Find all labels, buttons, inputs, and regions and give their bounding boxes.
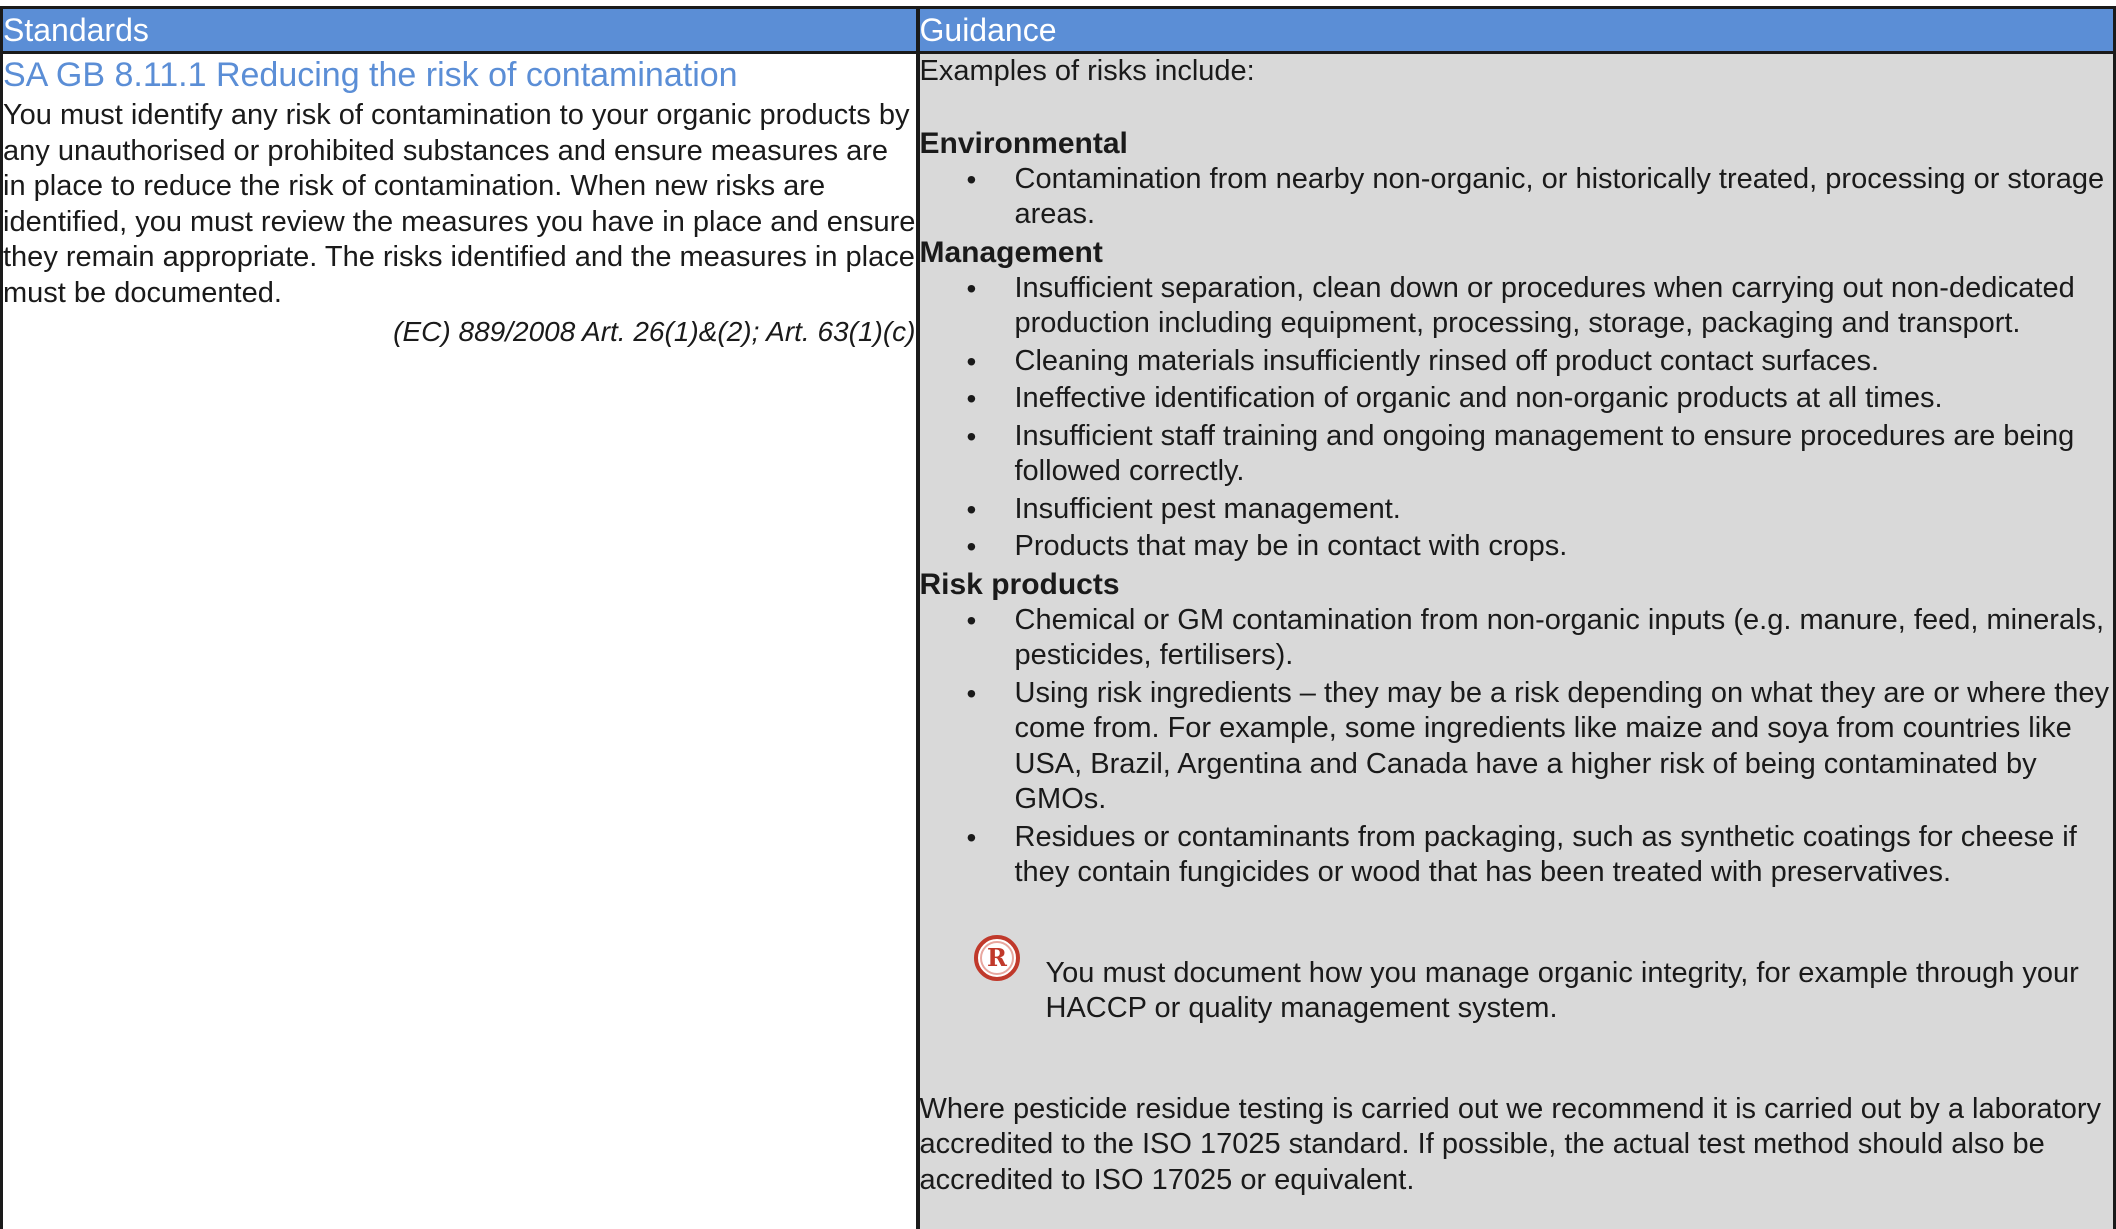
guidance-cell: Examples of risks include: Environmental… [917,52,2116,1229]
list-item: Ineffective identification of organic an… [920,381,2114,417]
management-list: Insufficient separation, clean down or p… [920,271,2114,565]
section-heading-management: Management [919,235,1103,269]
environmental-list: Contamination from nearby non-organic, o… [920,162,2114,233]
record-icon: R [973,934,1020,981]
list-item: Products that may be in contact with cro… [920,529,2114,565]
list-item: Residues or contaminants from packaging,… [920,820,2114,891]
guidance-intro: Examples of risks include: [919,55,1255,87]
standard-body: You must identify any risk of contaminat… [3,99,916,309]
table-row: SA GB 8.11.1 Reducing the risk of contam… [0,52,2116,1229]
list-item: Cleaning materials insufficiently rinsed… [920,344,2114,380]
record-note: R You must document how you manage organ… [920,927,2114,1056]
list-item: Insufficient staff training and ongoing … [920,419,2114,490]
standard-reference: (EC) 889/2008 Art. 26(1)&(2); Art. 63(1)… [393,316,916,347]
list-item: Insufficient separation, clean down or p… [920,271,2114,342]
list-item: Using risk ingredients – they may be a r… [920,676,2114,818]
list-item: Insufficient pest management. [920,492,2114,528]
record-icon-letter: R [987,943,1008,972]
risk-products-list: Chemical or GM contamination from non-or… [920,603,2114,891]
standards-column-header: Standards [0,6,920,54]
section-heading-risk-products: Risk products [919,567,1120,601]
table-header-row: Standards Guidance [0,6,2116,54]
list-item: Contamination from nearby non-organic, o… [920,162,2114,233]
standard-cell: SA GB 8.11.1 Reducing the risk of contam… [0,52,920,1229]
standards-table: Standards Guidance SA GB 8.11.1 Reducing… [0,6,2116,1229]
section-heading-environmental: Environmental [919,126,1128,160]
guidance-column-header: Guidance [917,6,2116,54]
standard-title: SA GB 8.11.1 Reducing the risk of contam… [3,56,738,94]
guidance-closing: Where pesticide residue testing is carri… [919,1092,2101,1196]
record-note-text: You must document how you manage organic… [1045,956,2079,1025]
list-item: Chemical or GM contamination from non-or… [920,603,2114,674]
